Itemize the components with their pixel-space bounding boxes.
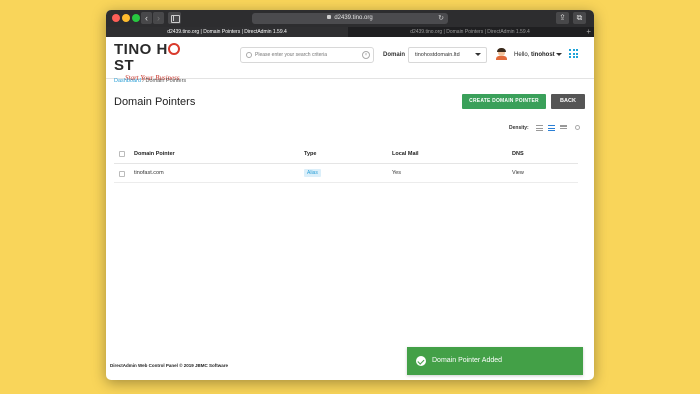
- user-menu-chevron-icon[interactable]: [556, 53, 562, 56]
- lock-icon: [327, 15, 332, 19]
- back-arrow-icon[interactable]: ‹: [141, 12, 152, 24]
- maximize-window-button[interactable]: [132, 14, 140, 22]
- select-all-checkbox[interactable]: [119, 151, 125, 157]
- table-row: tinofast.com Alias Yes View: [114, 164, 578, 183]
- breadcrumb: Dashboard / Domain Pointers: [114, 78, 186, 84]
- tinohost-logo[interactable]: TINO HST Start Your Business: [114, 42, 198, 83]
- domain-select[interactable]: tinohostdomain.ltd: [408, 47, 487, 63]
- new-tab-icon[interactable]: +: [586, 27, 591, 37]
- username: tinohost: [531, 52, 555, 58]
- dns-view-link[interactable]: View: [512, 164, 524, 183]
- sidebar-toggle-icon[interactable]: [168, 12, 181, 24]
- search-icon: [246, 52, 252, 58]
- reload-icon[interactable]: ↻: [438, 13, 444, 24]
- logo-text-part-2: ST: [114, 57, 135, 74]
- create-domain-pointer-button[interactable]: CREATE DOMAIN POINTER: [462, 94, 546, 109]
- browser-titlebar: ‹ › d2439.tino.org ↻ ⇪ ⧉: [106, 10, 594, 27]
- table-settings-icon[interactable]: [575, 125, 580, 130]
- app-header: TINO HST Start Your Business × Domain ti…: [106, 37, 594, 82]
- minimize-window-button[interactable]: [122, 14, 130, 22]
- alias-badge: Alias: [304, 169, 321, 177]
- clear-search-icon[interactable]: ×: [362, 51, 370, 59]
- search-box: ×: [240, 47, 374, 63]
- close-window-button[interactable]: [112, 14, 120, 22]
- forward-arrow-icon[interactable]: ›: [153, 12, 164, 24]
- toast-message: Domain Pointer Added: [432, 357, 503, 364]
- selected-domain: tinohostdomain.ltd: [415, 52, 460, 58]
- browser-window: ‹ › d2439.tino.org ↻ ⇪ ⧉ d2439.tino.org …: [106, 10, 594, 380]
- domain-label: Domain: [383, 52, 406, 58]
- share-icon[interactable]: ⇪: [556, 12, 569, 24]
- page-title: Domain Pointers: [114, 96, 196, 108]
- browser-tab[interactable]: d2439.tino.org | Domain Pointers | Direc…: [349, 27, 591, 37]
- success-toast[interactable]: Domain Pointer Added: [407, 347, 583, 375]
- breadcrumb-current: Domain Pointers: [145, 78, 187, 84]
- column-header-dns[interactable]: DNS: [512, 144, 524, 164]
- check-circle-icon: [416, 356, 426, 366]
- density-comfortable-icon[interactable]: [560, 125, 567, 131]
- avatar[interactable]: [496, 48, 507, 60]
- logo-o-ring: [167, 43, 180, 55]
- domain-pointer-name: tinofast.com: [134, 170, 164, 176]
- page-footer: DirectAdmin Web Control Panel © 2019 JBM…: [110, 363, 229, 368]
- apps-grid-icon[interactable]: [569, 49, 578, 58]
- logo-text-part-1: TINO H: [114, 41, 168, 58]
- search-input[interactable]: [255, 48, 359, 62]
- breadcrumb-dashboard-link[interactable]: Dashboard: [114, 78, 141, 84]
- column-header-type[interactable]: Type: [304, 144, 316, 164]
- back-button[interactable]: BACK: [551, 94, 585, 109]
- chevron-down-icon: [475, 53, 481, 56]
- greeting-text: Hello,: [514, 52, 530, 58]
- user-greeting[interactable]: Hello, tinohost: [514, 52, 555, 58]
- address-bar[interactable]: d2439.tino.org ↻: [252, 13, 448, 24]
- browser-tabbar: d2439.tino.org | Domain Pointers | Direc…: [106, 27, 594, 37]
- density-label: Density:: [509, 125, 529, 131]
- domain-pointers-table: Domain Pointer Type Local Mail DNS tinof…: [114, 144, 578, 183]
- type-cell: Alias: [304, 164, 321, 183]
- address-url: d2439.tino.org: [334, 15, 373, 21]
- row-checkbox[interactable]: [119, 171, 125, 177]
- table-header-row: Domain Pointer Type Local Mail DNS: [114, 144, 578, 164]
- local-mail-value: Yes: [392, 170, 401, 176]
- tab-overview-icon[interactable]: ⧉: [573, 12, 586, 24]
- density-compact-icon[interactable]: [536, 125, 543, 131]
- column-header-local-mail[interactable]: Local Mail: [392, 144, 419, 164]
- density-normal-icon[interactable]: [548, 125, 555, 131]
- browser-tab-active[interactable]: d2439.tino.org | Domain Pointers | Direc…: [106, 27, 348, 37]
- column-header-domain-pointer[interactable]: Domain Pointer: [134, 144, 175, 164]
